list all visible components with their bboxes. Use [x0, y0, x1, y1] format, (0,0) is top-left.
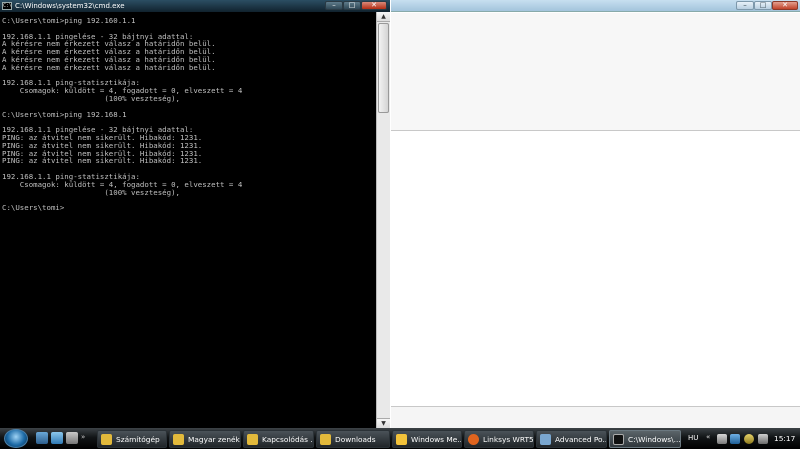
cmd-window[interactable]: C:\ C:\Windows\system32\cmd.exe – □ ✕ C:… [0, 0, 390, 428]
taskbar-item-cmd[interactable]: C:\Windows\... [609, 430, 681, 448]
taskbar-item-label: Magyar zenék [188, 434, 240, 444]
taskbar-item-label: Linksys WRT5... [483, 434, 533, 444]
scroll-up-button[interactable]: ▲ [377, 12, 390, 22]
taskbar-item-downloads[interactable]: Downloads [316, 430, 390, 448]
internet-explorer-icon[interactable] [51, 432, 63, 444]
taskbar-item-label: Advanced Po... [555, 434, 606, 444]
taskbar-item-label: Kapcsolódás ... [262, 434, 313, 444]
app-window[interactable]: – □ ✕ [391, 0, 800, 428]
taskbar-item-label: C:\Windows\... [628, 434, 680, 444]
firefox-icon [468, 433, 479, 445]
minimize-icon: – [332, 1, 336, 9]
app-minimize-button[interactable]: – [736, 1, 754, 10]
computer-icon [101, 433, 112, 445]
close-icon: ✕ [782, 1, 788, 9]
show-desktop-icon[interactable] [36, 432, 48, 444]
scroll-thumb[interactable] [378, 23, 389, 113]
app-maximize-button[interactable]: □ [754, 1, 772, 10]
cmd-icon [613, 433, 624, 445]
app-toolbar-area [391, 13, 800, 131]
console-output: C:\Users\tomi>ping 192.160.1.1 192.168.1… [2, 16, 243, 213]
desktop: C:\ C:\Windows\system32\cmd.exe – □ ✕ C:… [0, 0, 800, 449]
taskbar-item-label: Számítógép [116, 434, 160, 444]
app-bottom-panel [391, 406, 800, 428]
cmd-window-title: C:\Windows\system32\cmd.exe [15, 2, 125, 10]
arrow-down-icon: ▼ [381, 420, 386, 427]
console-area[interactable]: C:\Users\tomi>ping 192.160.1.1 192.168.1… [0, 12, 376, 428]
media-player-icon [396, 433, 407, 445]
maximize-icon: □ [759, 1, 767, 9]
taskbar-item-magyar-zenek[interactable]: Magyar zenék [169, 430, 241, 448]
minimize-button[interactable]: – [325, 1, 343, 10]
taskbar-item-label: Downloads [335, 434, 376, 444]
security-icon[interactable] [744, 434, 754, 444]
quicklaunch-chevron-icon[interactable]: » [81, 433, 85, 441]
taskbar-item-label: Windows Me... [411, 434, 461, 444]
taskbar-item-computer[interactable]: Számítógép [97, 430, 167, 448]
tray-chevron-icon[interactable]: « [706, 433, 710, 441]
taskbar-item-windows-media[interactable]: Windows Me... [392, 430, 462, 448]
taskbar-item-linksys[interactable]: Linksys WRT5... [464, 430, 534, 448]
app-close-button[interactable]: ✕ [772, 1, 798, 10]
folder-icon [247, 433, 258, 445]
cmd-icon: C:\ [2, 2, 13, 10]
start-button[interactable] [4, 429, 28, 448]
close-icon: ✕ [371, 1, 377, 9]
switch-windows-icon[interactable] [66, 432, 78, 444]
taskbar-item-kapcsolodas[interactable]: Kapcsolódás ... [243, 430, 314, 448]
close-button[interactable]: ✕ [361, 1, 387, 10]
volume-icon[interactable] [758, 434, 768, 444]
app-icon [540, 433, 551, 445]
taskbar-item-advanced[interactable]: Advanced Po... [536, 430, 607, 448]
network-status-icon[interactable] [730, 434, 740, 444]
folder-icon [320, 433, 331, 445]
scroll-down-button[interactable]: ▼ [377, 418, 390, 428]
minimize-icon: – [743, 1, 747, 9]
maximize-icon: □ [348, 1, 356, 9]
arrow-up-icon: ▲ [381, 13, 386, 20]
clock[interactable]: 15:17 [774, 434, 795, 443]
folder-icon [173, 433, 184, 445]
language-indicator[interactable]: HU [688, 434, 698, 442]
vertical-scrollbar[interactable]: ▲ ▼ [376, 12, 390, 428]
maximize-button[interactable]: □ [343, 1, 361, 10]
network-icon[interactable] [717, 434, 727, 444]
